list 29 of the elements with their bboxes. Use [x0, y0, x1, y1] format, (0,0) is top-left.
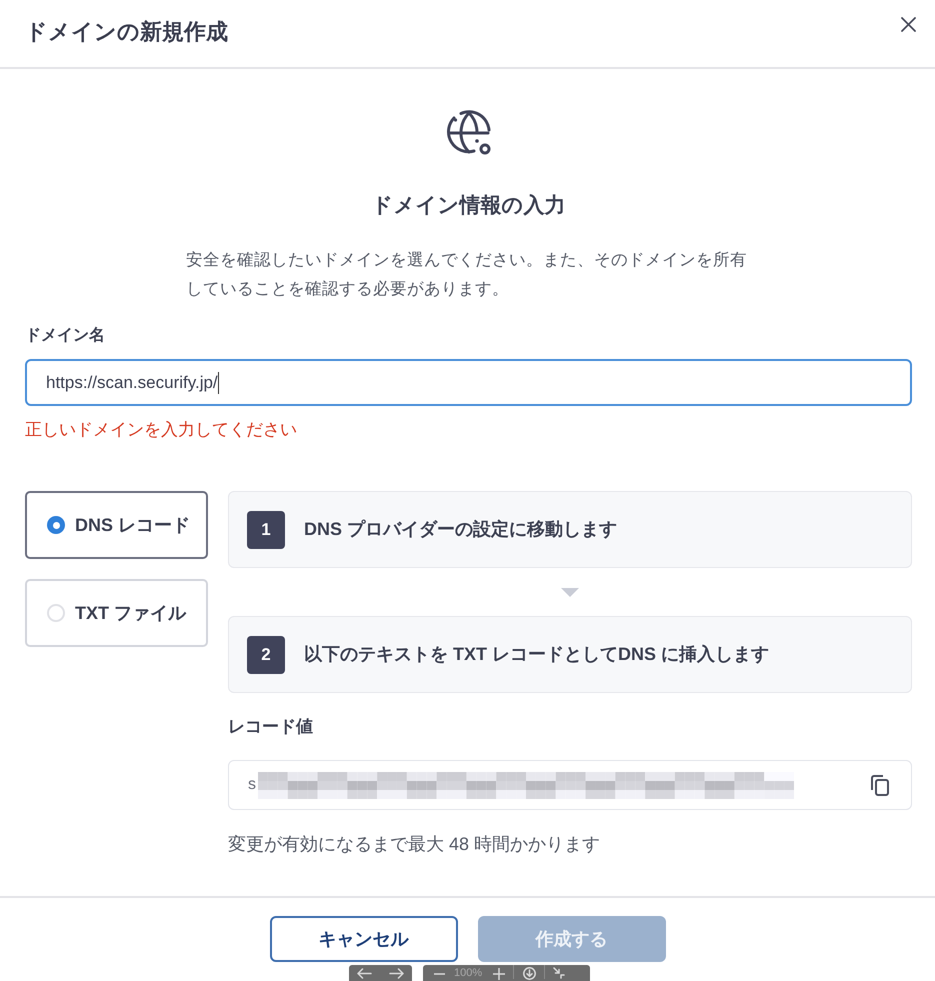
step-number: 2 [247, 636, 285, 674]
cancel-button[interactable]: キャンセル [270, 916, 458, 962]
copy-icon [871, 774, 889, 796]
shrink-arrow-icon[interactable] [553, 967, 566, 979]
right-arrow-icon[interactable] [388, 968, 404, 979]
method-option[interactable]: DNS レコード [25, 491, 208, 559]
step-text: DNS プロバイダーの設定に移動します [304, 518, 618, 541]
method-option[interactable]: TXT ファイル [25, 579, 208, 647]
download-icon[interactable] [523, 967, 536, 980]
text-cursor-icon [218, 372, 219, 394]
plus-icon[interactable] [493, 968, 506, 980]
field-label: ドメイン名 [25, 326, 105, 346]
copy-button[interactable] [870, 774, 890, 796]
down-arrow-icon [561, 588, 579, 596]
record-value-text: s [248, 775, 256, 795]
step-text: 以下のテキストを TXT レコードとしてDNS に挿入します [304, 643, 770, 666]
note-text: 変更が有効になるまで最大 48 時間かかります [228, 833, 600, 856]
zoom-level: 100% [454, 967, 482, 979]
left-arrow-icon[interactable] [357, 968, 372, 979]
record-label: レコード値 [228, 716, 313, 738]
error-message: 正しいドメインを入力してください [25, 419, 297, 441]
dialog-title: ドメインの新規作成 [25, 18, 228, 46]
domain-input-field[interactable]: https://scan.securify.jp/ [25, 359, 912, 406]
close-icon [900, 16, 916, 32]
description-text: 安全を確認したいドメインを選んでください。また、そのドメインを所有していることを確認する必要があります。 [186, 250, 748, 300]
globe-icon [444, 108, 492, 156]
step-number: 1 [247, 510, 285, 548]
section-heading: ドメイン情報の入力 [370, 193, 566, 219]
close-button[interactable] [898, 14, 918, 34]
